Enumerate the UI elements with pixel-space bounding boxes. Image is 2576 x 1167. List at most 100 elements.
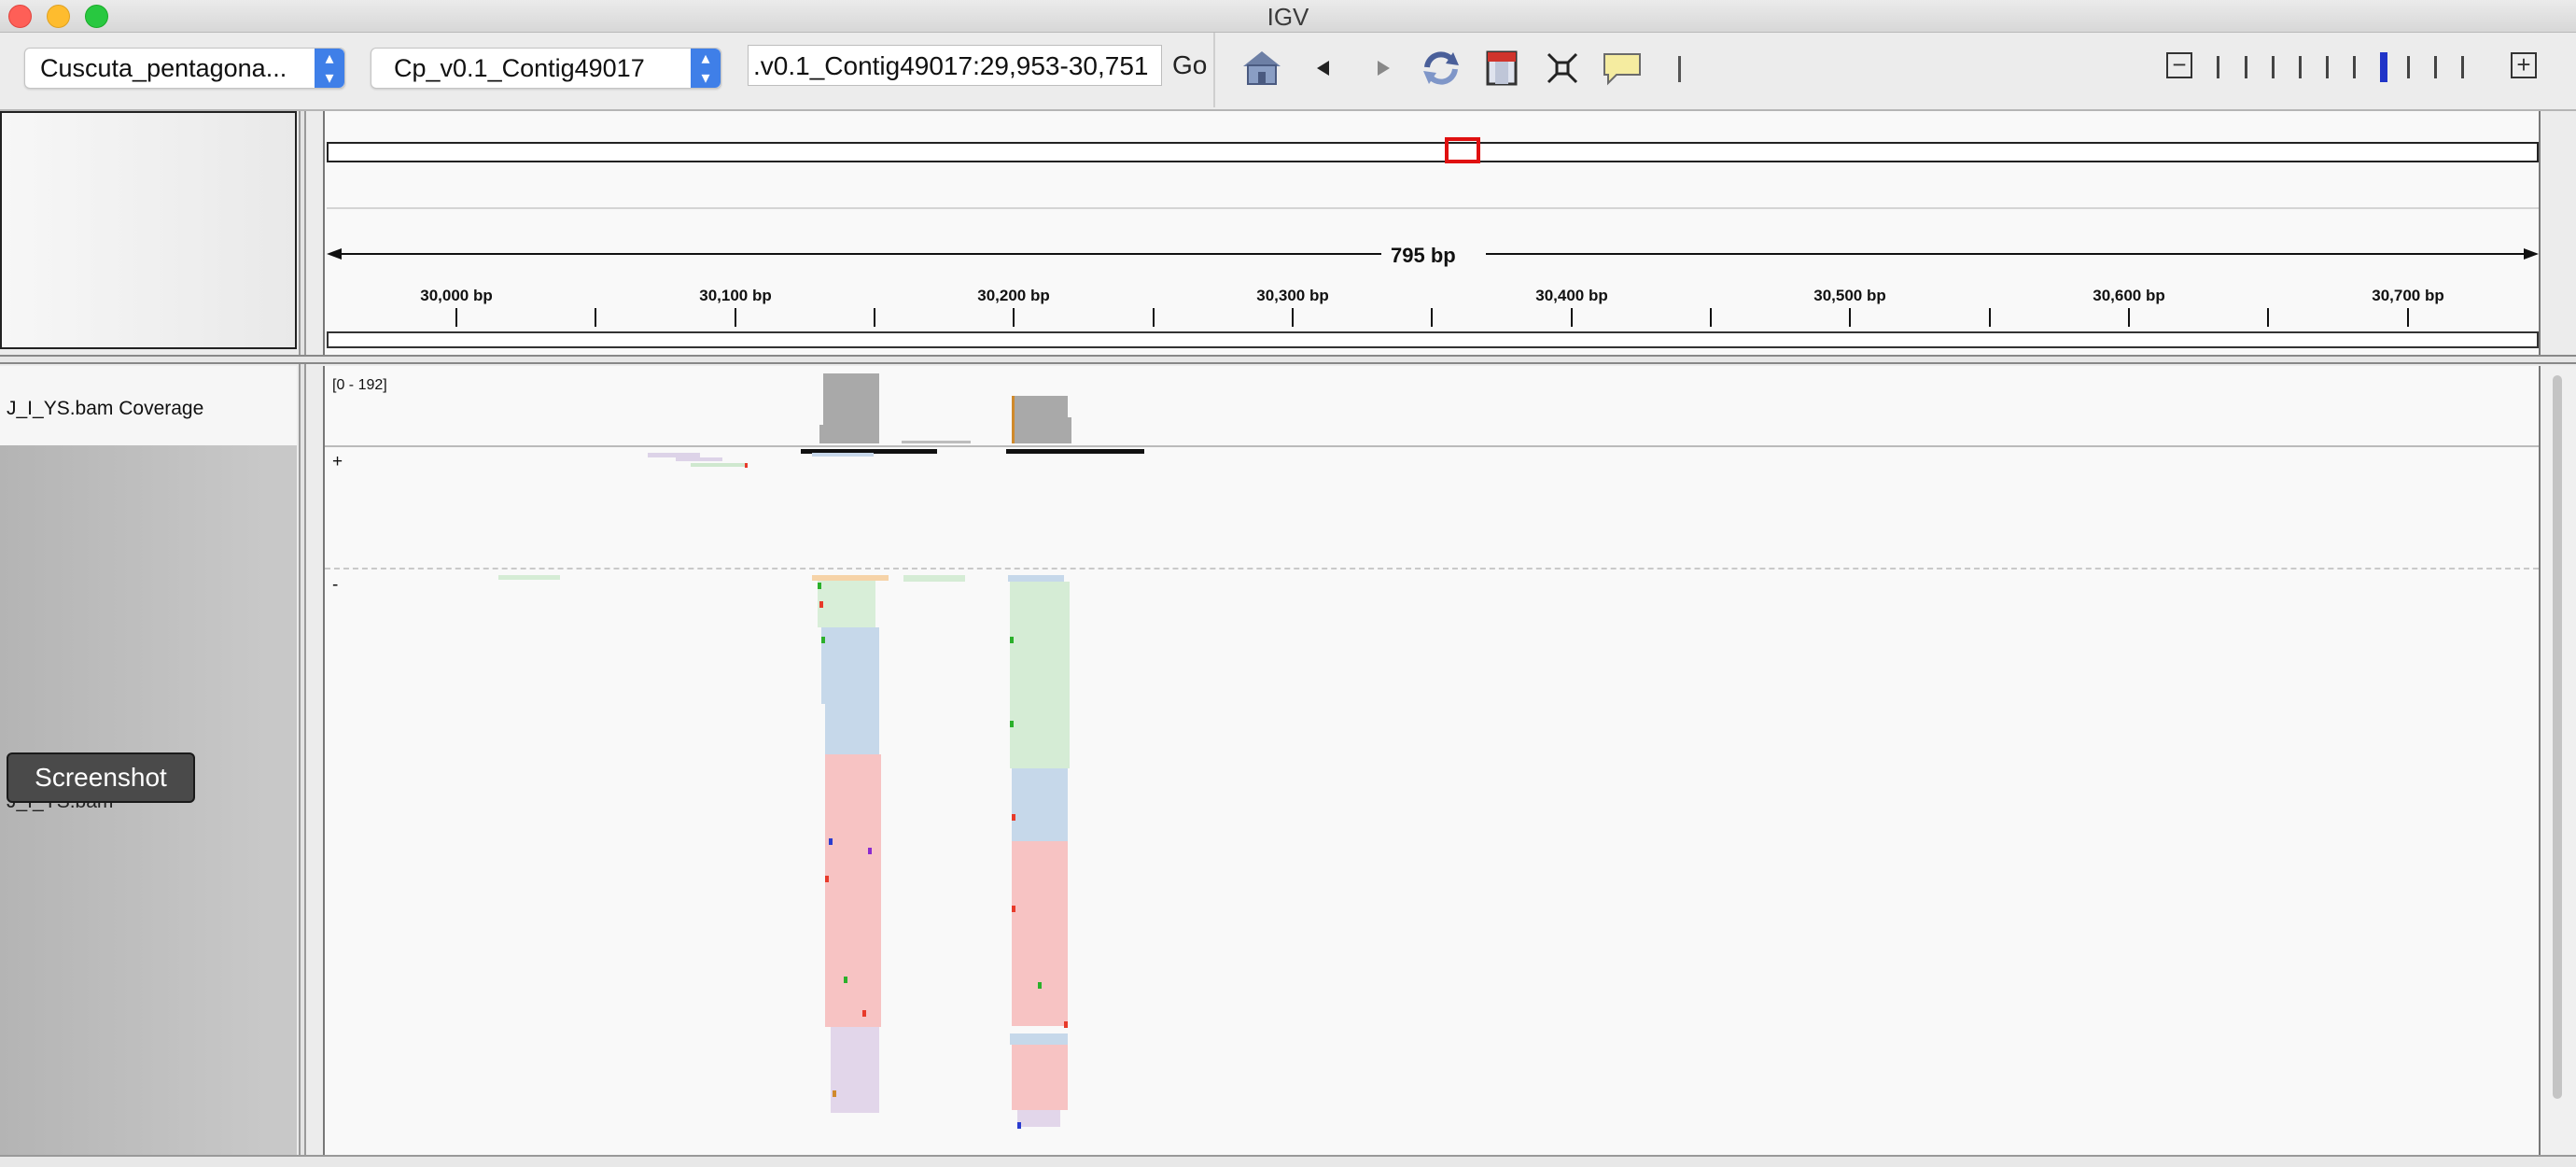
- header-name-panel: [0, 111, 297, 349]
- ruler-tick: [1989, 308, 1991, 327]
- forward-arrow-icon[interactable]: [1361, 46, 1406, 91]
- ruler-tick-label: 30,000 bp: [420, 287, 493, 304]
- toolbar: Cuscuta_pentagona... ▴ ▾ Cp_v0.1_Contig49…: [0, 33, 2576, 111]
- vertical-scrollbar[interactable]: [2541, 366, 2576, 1155]
- zoom-level-tick[interactable]: [2353, 56, 2356, 78]
- ruler-tick: [1431, 308, 1433, 327]
- read-stack-blue[interactable]: [821, 627, 879, 704]
- mismatch-mark: [844, 977, 847, 983]
- genome-dropdown[interactable]: Cuscuta_pentagona... ▴ ▾: [24, 48, 345, 89]
- mismatch-mark: [821, 637, 825, 643]
- zoom-level-tick[interactable]: [2434, 56, 2437, 78]
- ruler-tick-label: 30,500 bp: [1813, 287, 1886, 304]
- ruler-tick-label: 30,700 bp: [2372, 287, 2444, 304]
- mismatch-mark: [833, 1090, 836, 1097]
- mismatch-mark: [1038, 982, 1042, 989]
- ruler-tick-label: 30,400 bp: [1535, 287, 1608, 304]
- zoom-level-tick[interactable]: [2299, 56, 2302, 78]
- mismatch-mark: [862, 1010, 866, 1017]
- ruler-tick-label: 30,300 bp: [1256, 287, 1329, 304]
- refresh-icon[interactable]: [1419, 46, 1463, 91]
- coverage-peak[interactable]: [823, 373, 879, 443]
- read[interactable]: [812, 453, 874, 457]
- read-stack-red[interactable]: [825, 754, 881, 1027]
- mismatch-mark: [825, 876, 829, 882]
- junction-bar[interactable]: [1006, 449, 1144, 454]
- go-button[interactable]: Go: [1172, 50, 1207, 80]
- ruler-tick: [1153, 308, 1155, 327]
- strand-divider: [325, 568, 2539, 569]
- ruler-tick: [1292, 308, 1294, 327]
- mismatch-mark: [745, 463, 748, 468]
- title-bar: IGV: [0, 0, 2576, 33]
- region-of-interest-icon[interactable]: [1479, 46, 1524, 91]
- zoom-level-tick[interactable]: [2217, 56, 2219, 78]
- ruler-tick-label: 30,100 bp: [699, 287, 772, 304]
- locus-input[interactable]: .v0.1_Contig49017:29,953-30,751: [748, 45, 1162, 86]
- ruler-tick: [1013, 308, 1015, 327]
- zoom-level-tick[interactable]: [2407, 56, 2410, 78]
- ruler-tick: [595, 308, 596, 327]
- back-arrow-icon[interactable]: [1301, 46, 1346, 91]
- resize-to-window-icon[interactable]: [1540, 46, 1585, 91]
- panel-split-divider[interactable]: [0, 355, 2576, 364]
- span-label: 795 bp: [1391, 244, 1456, 267]
- screenshot-button[interactable]: Screenshot: [7, 752, 195, 803]
- mismatch-mark: [829, 838, 833, 845]
- zoom-in-button[interactable]: +: [2511, 52, 2537, 78]
- read-stack-green[interactable]: [1010, 582, 1070, 768]
- coverage-peak[interactable]: [1012, 396, 1068, 443]
- zoom-level-tick[interactable]: [2245, 56, 2247, 78]
- chromosome-ideogram[interactable]: [327, 142, 2539, 162]
- coverage-track-name: J_I_YS.bam Coverage: [7, 398, 204, 419]
- data-panel[interactable]: [0 - 192] + -: [323, 366, 2541, 1155]
- read[interactable]: [1008, 575, 1064, 582]
- read-stack-green[interactable]: [818, 581, 875, 627]
- scrollbar-thumb[interactable]: [2553, 375, 2562, 1099]
- window-title: IGV: [1267, 3, 1309, 31]
- read-stack-blue[interactable]: [825, 704, 879, 754]
- genome-value: Cuscuta_pentagona...: [40, 54, 287, 82]
- ruler-tick: [2267, 308, 2269, 327]
- read-stack-purple[interactable]: [831, 1027, 879, 1113]
- read[interactable]: [676, 457, 722, 461]
- mismatch-mark: [1064, 1021, 1068, 1028]
- read[interactable]: [691, 463, 747, 467]
- sequence-track: [327, 331, 2539, 348]
- coverage-name-cell[interactable]: J_I_YS.bam Coverage: [0, 366, 297, 445]
- ruler-tick: [1849, 308, 1851, 327]
- ruler-tick-label: 30,600 bp: [2093, 287, 2165, 304]
- mismatch-mark: [818, 583, 821, 589]
- ruler-tick: [735, 308, 736, 327]
- ruler-tick: [1710, 308, 1712, 327]
- zoom-out-button[interactable]: −: [2166, 52, 2192, 78]
- ruler-tick: [1571, 308, 1573, 327]
- home-icon[interactable]: [1239, 46, 1284, 91]
- coverage-bar: [819, 425, 823, 443]
- read[interactable]: [498, 575, 560, 580]
- read-stack-red[interactable]: [1012, 841, 1068, 1026]
- read-stack-purple[interactable]: [1017, 1110, 1060, 1127]
- bottom-border: [0, 1155, 2576, 1167]
- attribute-panel-divider[interactable]: [299, 111, 306, 1167]
- ruler-icon[interactable]: [1678, 56, 1681, 82]
- ruler-top-border: [327, 207, 2539, 209]
- minus-strand-label: -: [332, 575, 339, 595]
- coverage-mismatch: [1012, 396, 1015, 443]
- popup-info-icon[interactable]: [1600, 46, 1645, 91]
- chromosome-dropdown[interactable]: Cp_v0.1_Contig49017 ▴ ▾: [371, 48, 721, 89]
- read[interactable]: [903, 575, 965, 582]
- zoom-level-current[interactable]: [2380, 52, 2387, 82]
- zoom-level-tick[interactable]: [2272, 56, 2275, 78]
- dropdown-arrows-icon: ▴ ▾: [691, 49, 721, 88]
- read-stack-blue[interactable]: [1012, 768, 1068, 841]
- dropdown-arrows-icon: ▴ ▾: [315, 49, 344, 88]
- ruler-tick: [455, 308, 457, 327]
- ruler-tick: [2407, 308, 2409, 327]
- read-stack-red[interactable]: [1012, 1045, 1068, 1110]
- read[interactable]: [1010, 1033, 1068, 1045]
- zoom-level-tick[interactable]: [2461, 56, 2464, 78]
- zoom-level-tick[interactable]: [2326, 56, 2329, 78]
- coverage-bar: [1068, 417, 1071, 443]
- plus-strand-label: +: [332, 452, 343, 471]
